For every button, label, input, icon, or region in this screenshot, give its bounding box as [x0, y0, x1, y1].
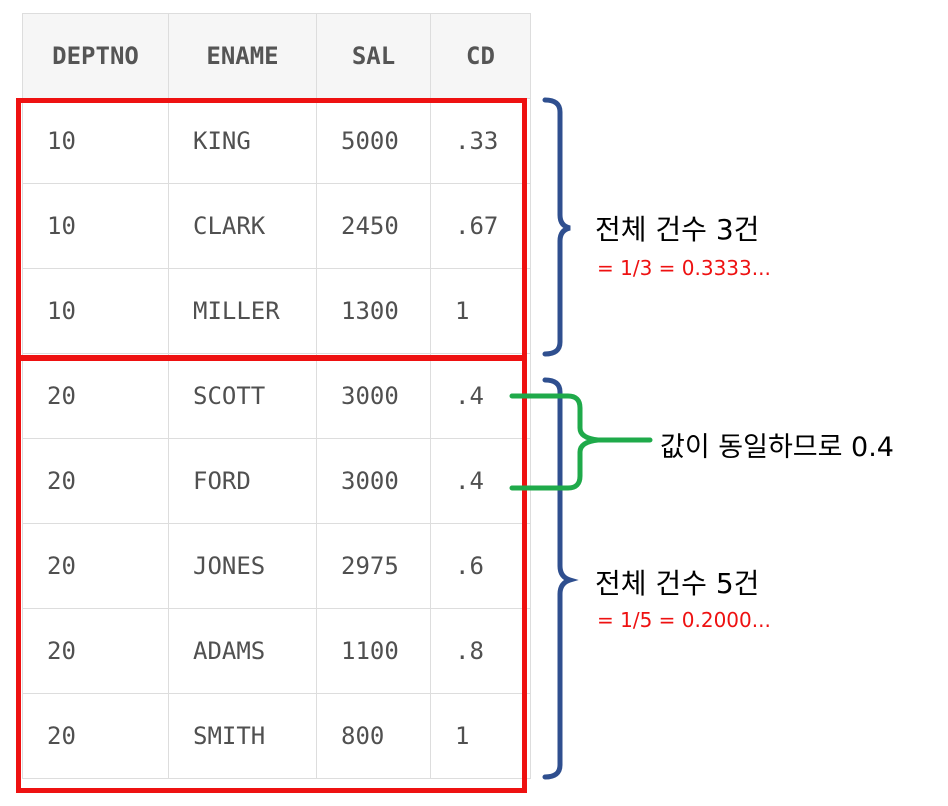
brace-dept20 — [542, 377, 579, 780]
group2-formula-note: = 1/5 = 0.2000... — [597, 608, 771, 632]
tie-note: 값이 동일하므로 0.4 — [660, 432, 894, 463]
group1-formula-note: = 1/3 = 0.3333... — [597, 256, 771, 280]
brace-dept10 — [542, 97, 571, 357]
annotation-overlay — [509, 97, 653, 780]
group2-count-note: 전체 건수 5건 — [595, 567, 760, 600]
group1-count-note: 전체 건수 3건 — [595, 213, 760, 246]
brace-tie — [509, 393, 653, 491]
